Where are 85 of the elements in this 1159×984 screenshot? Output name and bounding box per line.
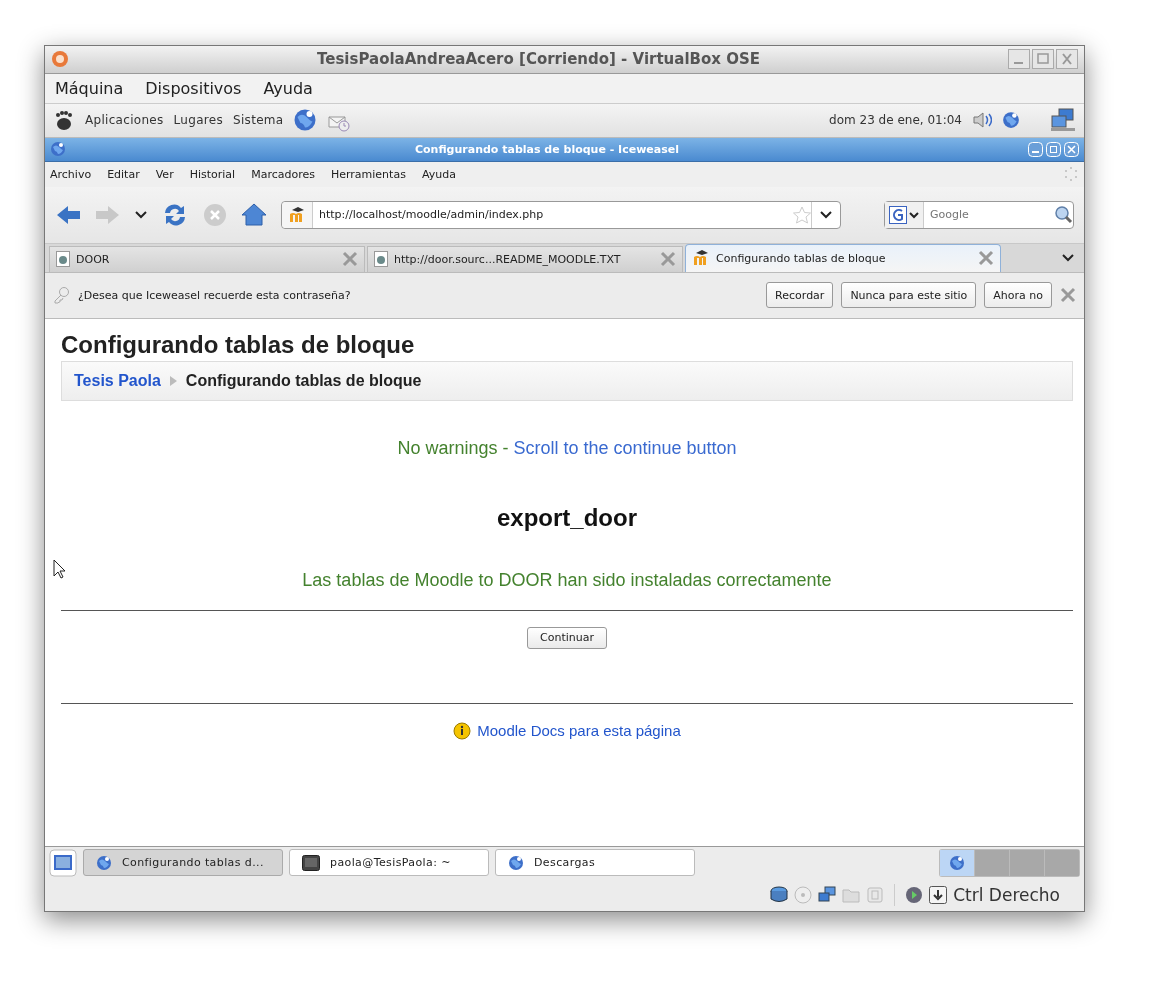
menu-item[interactable]: Archivo	[50, 167, 92, 181]
info-icon	[453, 721, 472, 740]
browser-icon	[50, 141, 66, 158]
chip-icon	[866, 886, 885, 905]
window-title: TesisPaolaAndreaAcero [Corriendo] - VirtualBox OSE	[316, 50, 761, 69]
dropdown-icon[interactable]	[909, 210, 919, 219]
page-heading: Configurando tablas de bloque	[61, 329, 416, 360]
browser-icon	[508, 854, 524, 871]
foot-icon[interactable]	[53, 109, 75, 132]
host-key-icon	[929, 886, 948, 905]
app-icon	[51, 50, 69, 69]
menu-item[interactable]: Historial	[189, 167, 236, 181]
menu-item[interactable]: Sistema	[233, 113, 284, 128]
menu-item[interactable]: Dispositivos	[145, 78, 242, 98]
menu-item[interactable]: Aplicaciones	[85, 113, 164, 128]
taskbar-button[interactable]: Descargas	[495, 849, 695, 877]
maximize-button[interactable]	[1032, 49, 1054, 70]
notification-message: ¿Desea que Iceweasel recuerde esta contraseña?	[78, 288, 352, 302]
terminal-icon	[302, 854, 320, 871]
speaker-icon[interactable]	[972, 110, 992, 131]
moodle-icon	[288, 205, 306, 224]
close-icon[interactable]	[660, 251, 676, 268]
minimize-button[interactable]	[1008, 49, 1030, 70]
success-message: Las tablas de Moodle to DOOR han sido instaladas correctamente	[302, 569, 832, 590]
globe-icon	[905, 886, 924, 905]
search-field[interactable]: Google	[924, 207, 1054, 223]
show-desktop-button[interactable]	[49, 848, 77, 877]
dropdown-icon[interactable]	[820, 210, 832, 220]
menu-item[interactable]: Ayuda	[421, 167, 456, 181]
page-icon	[374, 251, 388, 268]
close-icon[interactable]	[978, 250, 994, 267]
notification-button[interactable]: Ahora no	[984, 282, 1052, 309]
status-text: No warnings -	[397, 437, 510, 458]
taskbar-button[interactable]: paola@TesisPaola: ~	[289, 849, 489, 877]
menu-item[interactable]: Ver	[155, 167, 174, 181]
network-icon	[818, 886, 837, 905]
star-icon[interactable]	[793, 205, 811, 224]
breadcrumb-link[interactable]: Tesis Paola	[74, 371, 161, 390]
menu-item[interactable]: Lugares	[173, 113, 224, 128]
throbber-icon	[1063, 166, 1079, 183]
mouse-cursor	[53, 558, 67, 579]
address-field[interactable]: http://localhost/moodle/admin/index.php	[313, 207, 793, 223]
close-button[interactable]	[1056, 49, 1078, 70]
computer-icon[interactable]	[1050, 107, 1076, 134]
browser-icon	[949, 854, 965, 871]
notification-button[interactable]: Nunca para este sitio	[841, 282, 977, 309]
address-bar[interactable]: http://localhost/moodle/admin/index.php	[281, 200, 841, 229]
clock[interactable]: dom 23 de ene, 01:04	[829, 113, 962, 128]
search-icon[interactable]	[1054, 205, 1073, 225]
continue-button[interactable]: Continuar	[527, 626, 607, 649]
host-key-label: Ctrl Derecho	[953, 885, 1060, 906]
scroll-link[interactable]: Scroll to the continue button	[513, 437, 737, 458]
folder-icon	[842, 886, 861, 905]
globe-icon[interactable]	[293, 108, 318, 133]
home-button[interactable]	[241, 202, 267, 228]
search-engine-icon[interactable]	[889, 205, 907, 224]
dropdown-icon[interactable]	[135, 210, 147, 220]
separator-icon	[168, 374, 178, 387]
network-icon[interactable]	[1002, 111, 1020, 130]
menu-item[interactable]: Máquina	[55, 78, 124, 98]
menu-item[interactable]: Marcadores	[251, 167, 315, 181]
menu-item[interactable]: Editar	[107, 167, 140, 181]
tab[interactable]: Configurando tablas de bloque	[685, 243, 1001, 272]
hard-disk-icon	[770, 886, 789, 905]
menu-item[interactable]: Herramientas	[330, 167, 406, 181]
tab[interactable]: http://door.sourc...README_MOODLE.TXT	[367, 245, 683, 272]
workspace[interactable]	[940, 849, 974, 876]
dropdown-icon[interactable]	[1062, 253, 1074, 263]
notification-button[interactable]: Recordar	[766, 282, 834, 309]
docs-link[interactable]: Moodle Docs para esta página	[477, 722, 681, 740]
search-bar[interactable]: Google	[884, 200, 1074, 229]
cd-icon	[794, 886, 813, 905]
page-icon	[56, 251, 70, 268]
breadcrumb-current: Configurando tablas de bloque	[185, 371, 422, 390]
stop-button[interactable]	[203, 202, 227, 227]
taskbar-button[interactable]: Configurando tablas d...	[83, 849, 283, 877]
close-icon[interactable]	[342, 251, 358, 268]
menu-item[interactable]: Ayuda	[263, 78, 313, 98]
window-title: Configurando tablas de bloque - Iceweasel	[413, 142, 680, 156]
moodle-icon	[692, 249, 710, 268]
key-icon	[53, 286, 70, 305]
browser-icon	[96, 854, 112, 871]
close-icon[interactable]	[1060, 287, 1076, 304]
plugin-heading: export_door	[496, 503, 638, 532]
tab[interactable]: DOOR	[49, 245, 365, 272]
